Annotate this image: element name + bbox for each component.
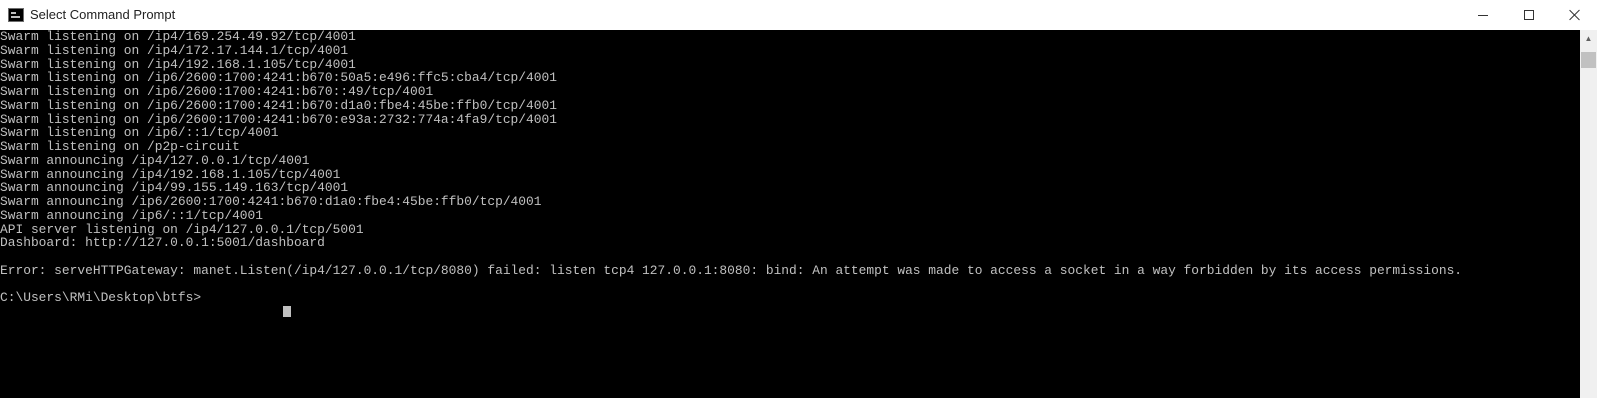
close-button[interactable] [1552, 0, 1597, 30]
console-line: Swarm announcing /ip6/2600:1700:4241:b67… [0, 194, 542, 209]
console-line: Swarm announcing /ip4/127.0.0.1/tcp/4001 [0, 152, 310, 168]
console-line: Swarm listening on /ip6/2600:1700:4241:b… [0, 84, 434, 99]
console-line: Swarm listening on /ip6/::1/tcp/4001 [0, 125, 279, 141]
minimize-button[interactable] [1460, 0, 1506, 30]
console-line: Swarm announcing /ip4/99.155.149.163/tcp… [0, 180, 349, 196]
console-line: Swarm listening on /ip6/2600:1700:4241:b… [0, 97, 557, 113]
title-bar[interactable]: Select Command Prompt [0, 0, 1597, 30]
scroll-thumb[interactable] [1581, 52, 1596, 68]
scroll-up-arrow-icon[interactable]: ▲ [1580, 30, 1597, 47]
text-cursor [283, 306, 291, 317]
maximize-button[interactable] [1506, 0, 1552, 30]
minimize-icon [1478, 14, 1488, 16]
command-prompt-window: Select Command Prompt Swarm listening on… [0, 0, 1597, 398]
console-line: Swarm announcing /ip6/::1/tcp/4001 [0, 207, 264, 223]
console-line: Swarm listening on /ip4/172.17.144.1/tcp… [0, 42, 349, 58]
console-line: API server listening on /ip4/127.0.0.1/t… [0, 221, 364, 237]
close-icon [1569, 9, 1581, 21]
error-line: Error: serveHTTPGateway: manet.Listen(/i… [0, 262, 1463, 278]
console-line: Swarm announcing /ip4/192.168.1.105/tcp/… [0, 166, 341, 182]
console-line: Dashboard: http://127.0.0.1:5001/dashboa… [0, 235, 325, 251]
vertical-scrollbar[interactable]: ▲ [1580, 30, 1597, 398]
window-title: Select Command Prompt [30, 7, 176, 22]
console-line: Swarm listening on /p2p-circuit [0, 139, 240, 154]
console-line: Swarm listening on /ip4/192.168.1.105/tc… [0, 56, 356, 72]
console-text: Swarm listening on /ip4/169.254.49.92/tc… [0, 30, 1462, 305]
prompt-line[interactable]: C:\Users\RMi\Desktop\btfs> [0, 290, 201, 305]
console-output-area[interactable]: Swarm listening on /ip4/169.254.49.92/tc… [0, 30, 1580, 398]
cmd-icon[interactable] [8, 8, 24, 22]
maximize-icon [1524, 10, 1534, 20]
console-line: Swarm listening on /ip6/2600:1700:4241:b… [0, 70, 557, 86]
console-line: Swarm listening on /ip6/2600:1700:4241:b… [0, 111, 557, 127]
